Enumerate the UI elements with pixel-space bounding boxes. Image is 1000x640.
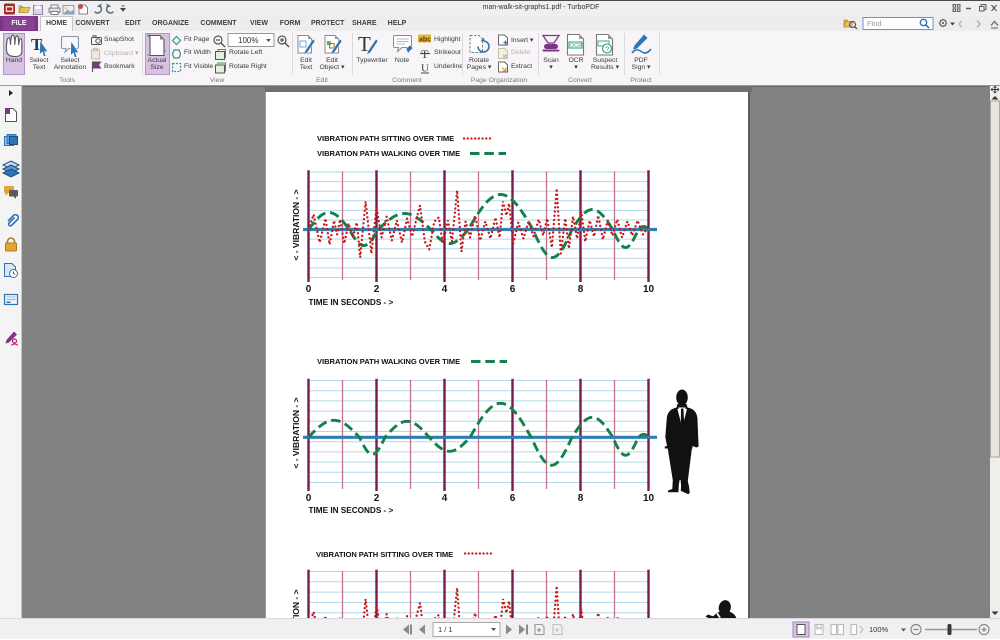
svg-text:abc: abc: [419, 36, 431, 43]
svg-text:1 / 1: 1 / 1: [438, 625, 453, 634]
svg-text:OCR: OCR: [570, 43, 582, 49]
svg-text:100%: 100%: [869, 625, 889, 634]
svg-text:?: ?: [605, 46, 609, 53]
svg-text:Find: Find: [867, 19, 882, 28]
svg-text:100%: 100%: [238, 36, 258, 45]
